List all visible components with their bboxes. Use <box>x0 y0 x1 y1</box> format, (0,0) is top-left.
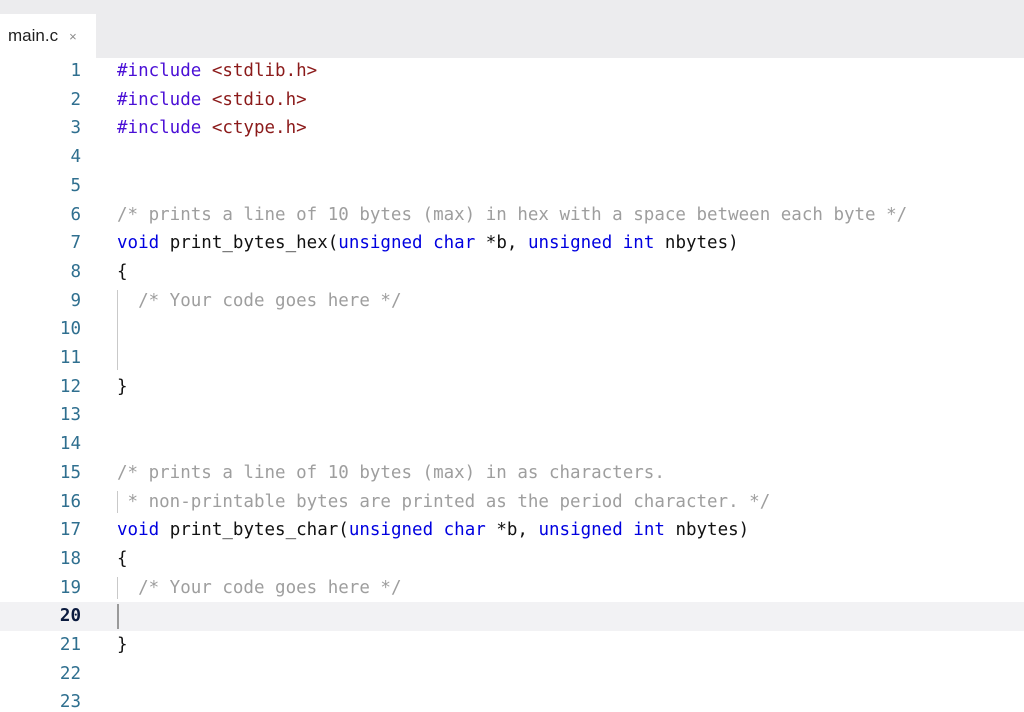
line-number: 6 <box>70 204 81 225</box>
code-token: { <box>117 548 128 569</box>
code-token: #include <box>117 118 212 139</box>
code-line[interactable]: 15 /* prints a line of 10 bytes (max) in … <box>0 459 1024 488</box>
line-number: 21 <box>59 635 81 655</box>
code-token: * non-printable bytes are printed as the… <box>117 491 771 512</box>
code-text: } <box>117 631 128 660</box>
code-line[interactable]: 11 <box>0 344 1024 373</box>
code-token: <ctype.h> <box>211 118 307 139</box>
line-number: 10 <box>59 319 81 340</box>
code-line[interactable]: 5 <box>0 172 1024 201</box>
indent-guide <box>117 490 118 514</box>
code-line[interactable]: 16 * non-printable bytes are printed as … <box>0 488 1024 517</box>
code-text: #include <ctype.h> <box>117 114 307 143</box>
line-number: 19 <box>59 577 81 598</box>
line-number: 15 <box>59 462 81 483</box>
code-line[interactable]: 4 <box>0 143 1024 172</box>
line-number: 7 <box>70 233 81 254</box>
code-text: /* prints a line of 10 bytes (max) in he… <box>117 201 907 230</box>
code-text: #include <stdlib.h> <box>117 57 317 86</box>
code-line[interactable]: 3 #include <ctype.h> <box>0 114 1024 143</box>
code-text: /* prints a line of 10 bytes (max) in as… <box>117 459 665 488</box>
code-line[interactable]: 21} <box>0 631 1024 660</box>
code-line[interactable]: 1 #include <stdlib.h> <box>0 57 1024 86</box>
code-token: } <box>117 635 128 655</box>
line-number: 20 <box>59 606 81 627</box>
code-line[interactable]: 17 void print_bytes_char(unsigned char *b… <box>0 516 1024 545</box>
code-token: *b, <box>485 520 539 541</box>
code-line[interactable]: 10 <box>0 315 1024 344</box>
code-text: } <box>117 373 128 402</box>
text-caret <box>117 604 119 629</box>
code-token: unsigned char <box>348 520 486 541</box>
line-number: 23 <box>59 692 81 712</box>
code-token: print_bytes_char( <box>159 520 349 541</box>
code-line[interactable]: 14 <box>0 430 1024 459</box>
code-line[interactable]: 9 /* Your code goes here */ <box>0 287 1024 316</box>
code-token: /* prints a line of 10 bytes (max) in he… <box>117 204 908 225</box>
code-token: <stdlib.h> <box>211 61 318 81</box>
code-text: { <box>117 545 128 574</box>
line-number: 11 <box>59 348 81 368</box>
line-number: 9 <box>70 290 81 311</box>
line-number: 1 <box>70 61 81 81</box>
code-token: /* prints a line of 10 bytes (max) in as… <box>117 462 665 483</box>
code-text: /* Your code goes here */ <box>117 574 401 603</box>
close-icon[interactable]: × <box>69 29 77 44</box>
code-token: { <box>117 261 128 282</box>
code-text: /* Your code goes here */ <box>117 287 401 316</box>
code-token: unsigned char <box>338 233 476 254</box>
code-token: *b, <box>475 233 528 254</box>
code-token: nbytes) <box>664 520 750 541</box>
code-line[interactable]: 23 <box>0 688 1024 712</box>
code-token: #include <box>117 89 212 110</box>
line-number: 16 <box>59 491 81 512</box>
line-number: 8 <box>70 261 81 282</box>
line-number: 13 <box>59 405 81 426</box>
code-token: /* Your code goes here */ <box>138 577 402 598</box>
code-line[interactable]: 2 #include <stdio.h> <box>0 86 1024 115</box>
code-line[interactable]: 13 <box>0 401 1024 430</box>
code-line[interactable]: 20 <box>0 602 1024 631</box>
code-text: void print_bytes_char(unsigned char *b, … <box>117 516 749 545</box>
code-token: void <box>117 520 160 541</box>
code-text: #include <stdio.h> <box>117 86 307 115</box>
line-number: 4 <box>70 147 81 168</box>
line-number: 3 <box>70 118 81 139</box>
code-line[interactable]: 22 <box>0 660 1024 689</box>
line-number: 12 <box>59 376 81 397</box>
indent-guide <box>117 289 118 370</box>
line-number: 2 <box>70 89 81 110</box>
line-number: 14 <box>59 434 81 455</box>
code-text: void print_bytes_hex(unsigned char *b, u… <box>117 229 739 258</box>
code-token: <stdio.h> <box>211 89 307 110</box>
code-token: unsigned int <box>527 233 655 254</box>
code-line[interactable]: 8{ <box>0 258 1024 287</box>
code-text: { <box>117 258 128 287</box>
code-line[interactable]: 6 /* prints a line of 10 bytes (max) in h… <box>0 201 1024 230</box>
line-number: 5 <box>70 175 81 196</box>
code-token: print_bytes_hex( <box>159 233 339 254</box>
code-token: #include <box>117 61 212 81</box>
tab-bar: main.c × <box>0 0 1024 58</box>
code-line[interactable]: 7 void print_bytes_hex(unsigned char *b, … <box>0 229 1024 258</box>
code-token: void <box>117 233 160 254</box>
code-editor[interactable]: 1 #include <stdlib.h> 2 #include <stdio.h> 3… <box>0 58 1024 712</box>
code-line[interactable]: 12} <box>0 373 1024 402</box>
indent-guide <box>117 576 118 600</box>
code-token: unsigned int <box>538 520 665 541</box>
code-text: * non-printable bytes are printed as the… <box>117 488 771 517</box>
code-token: } <box>117 376 128 397</box>
tab-main-c[interactable]: main.c × <box>0 14 96 58</box>
code-token: /* Your code goes here */ <box>138 290 402 311</box>
code-token: nbytes) <box>654 233 739 254</box>
line-number: 18 <box>59 548 81 569</box>
line-number: 22 <box>59 663 81 684</box>
tab-label: main.c <box>8 26 59 45</box>
code-line[interactable]: 19 /* Your code goes here */ <box>0 574 1024 603</box>
line-number: 17 <box>59 520 81 541</box>
code-line[interactable]: 18 { <box>0 545 1024 574</box>
